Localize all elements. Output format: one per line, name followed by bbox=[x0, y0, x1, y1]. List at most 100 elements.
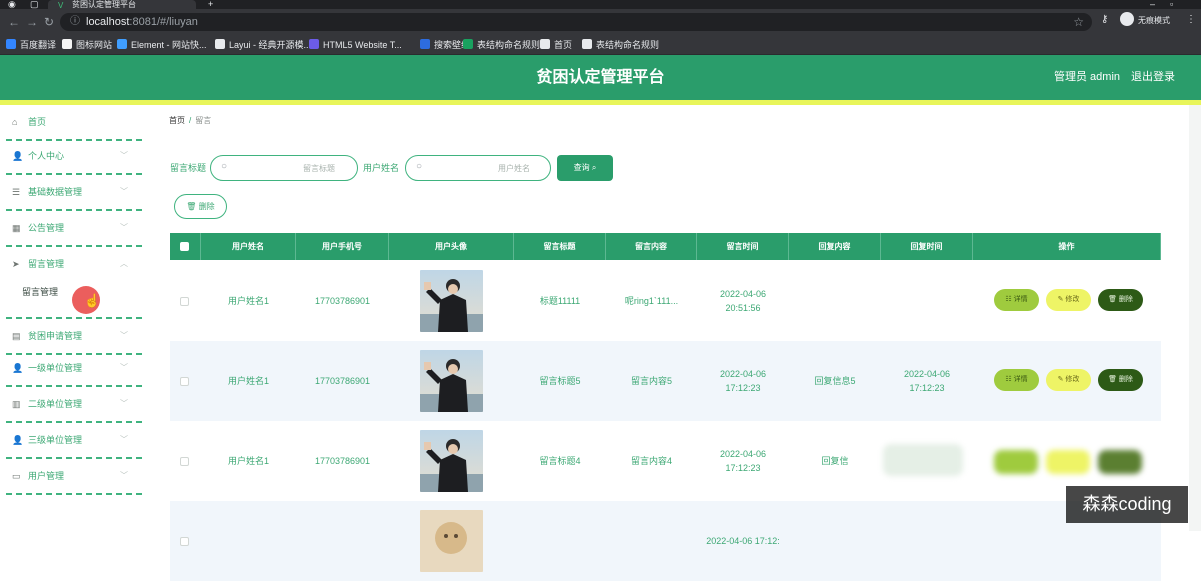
sidebar-item[interactable]: ▤ 贫困申请管理 ﹀ bbox=[6, 319, 142, 355]
column-header: 用户手机号 bbox=[296, 233, 389, 260]
breadcrumb-home[interactable]: 首页 bbox=[169, 116, 185, 125]
row-checkbox[interactable] bbox=[180, 297, 189, 306]
tab-search-icon[interactable]: ▢ bbox=[30, 0, 39, 9]
action-label: 详情 bbox=[1013, 296, 1028, 303]
column-header: 用户头像 bbox=[389, 233, 514, 260]
browser-tabstrip: ◉ ▢ V 贫困认定管理平台 + – ▫ bbox=[0, 0, 1201, 9]
cell-phone: 17703786901 bbox=[296, 261, 389, 341]
detail-button[interactable]: ☷ 详情 bbox=[994, 289, 1039, 311]
batch-delete-button[interactable]: 🗑 删除 bbox=[174, 194, 227, 219]
avatar bbox=[420, 350, 483, 412]
name-search-placeholder: 用户姓名 bbox=[498, 164, 530, 173]
sidebar-item[interactable]: 👤 个人中心 ﹀ bbox=[6, 139, 142, 175]
back-icon[interactable]: ← bbox=[8, 14, 20, 30]
scrollbar[interactable] bbox=[1189, 105, 1201, 531]
site-info-icon[interactable]: ⓘ bbox=[70, 13, 80, 31]
bookmark-item[interactable]: 表结构命名规则 bbox=[463, 38, 540, 52]
chart-icon: ▥ bbox=[12, 399, 21, 409]
bookmark-item[interactable]: 百度翻译 bbox=[6, 38, 56, 52]
blurred-detail-button bbox=[994, 450, 1038, 474]
cell-reply-time: 2022-04-06 17:12:23 bbox=[881, 341, 973, 421]
browser-menu-icon[interactable]: ◉ bbox=[8, 0, 16, 9]
bookmark-star-icon[interactable]: ☆ bbox=[1073, 13, 1084, 31]
cell-title: 标题11111 bbox=[514, 261, 606, 341]
bookmark-item[interactable]: 表结构命名规则 bbox=[582, 38, 659, 52]
title-search-input[interactable]: ○ 留言标题 bbox=[210, 155, 358, 181]
sidebar-item[interactable]: ⌂ 首页 bbox=[6, 105, 142, 141]
bookmark-item[interactable]: 图标网站 bbox=[62, 38, 112, 52]
row-actions: ☷ 详情 ✎ 修改 🗑 删除 bbox=[994, 341, 1161, 421]
detail-button[interactable]: ☷ 详情 bbox=[994, 369, 1039, 391]
sidebar-item[interactable]: ☰ 基础数据管理 ﹀ bbox=[6, 175, 142, 211]
bookmark-icon bbox=[582, 39, 592, 49]
cell-reply: 回复信 bbox=[789, 421, 881, 501]
cell-time: 2022-04-06 17:12: bbox=[697, 501, 789, 581]
sidebar-item-label: 用户管理 bbox=[28, 471, 65, 481]
sidebar-item[interactable]: ▦ 公告管理 ﹀ bbox=[6, 211, 142, 247]
minimize-icon[interactable]: – bbox=[1150, 0, 1155, 9]
sidebar-item[interactable]: ▭ 用户管理 ﹀ bbox=[6, 459, 142, 495]
logout-link[interactable]: 退出登录 bbox=[1131, 70, 1175, 84]
search-icon: ○ bbox=[221, 161, 228, 172]
row-checkbox[interactable] bbox=[180, 457, 189, 466]
reload-icon[interactable]: ↻ bbox=[44, 14, 54, 30]
bookmark-item[interactable]: HTML5 Website T... bbox=[309, 38, 402, 52]
key-icon[interactable]: ⚷ bbox=[1101, 13, 1108, 27]
column-header: 用户姓名 bbox=[201, 233, 296, 260]
incognito-icon bbox=[1120, 12, 1134, 26]
cell-reply-time bbox=[881, 261, 973, 341]
row-actions: ☷ 详情 ✎ 修改 🗑 删除 bbox=[994, 261, 1161, 341]
sidebar-item[interactable]: 👤 一级单位管理 ﹀ bbox=[6, 351, 142, 387]
bookmark-item[interactable]: Layui - 经典开源模... bbox=[215, 38, 311, 52]
edit-button[interactable]: ✎ 修改 bbox=[1046, 289, 1091, 311]
cell-content: 留言内容4 bbox=[606, 421, 697, 501]
profile-label[interactable]: 无痕模式 bbox=[1138, 14, 1170, 28]
name-search-input[interactable]: ○ 用户姓名 bbox=[405, 155, 551, 181]
forward-icon[interactable]: → bbox=[26, 14, 38, 30]
sidebar-item[interactable]: ▥ 二级单位管理 ﹀ bbox=[6, 387, 142, 423]
cell-text: 17703786901 bbox=[314, 296, 371, 306]
row-checkbox[interactable] bbox=[180, 377, 189, 386]
cell-name: 用户姓名1 bbox=[201, 341, 296, 421]
column-header: 回复时间 bbox=[881, 233, 973, 260]
cell-text: 17703786901 bbox=[314, 456, 371, 466]
sidebar-item[interactable]: ➤ 留言管理 ︿ bbox=[6, 247, 142, 283]
edit-button[interactable]: ✎ 修改 bbox=[1046, 369, 1091, 391]
cell-text: 留言标题5 bbox=[539, 376, 581, 386]
avatar-cell bbox=[389, 501, 514, 581]
avatar-cell bbox=[389, 421, 514, 501]
cell-name bbox=[201, 501, 296, 581]
action-label: 删除 bbox=[1118, 296, 1133, 303]
search-icon: ○ bbox=[416, 161, 423, 172]
action-label: 详情 bbox=[1013, 376, 1028, 383]
row-checkbox[interactable] bbox=[180, 537, 189, 546]
cell-reply bbox=[789, 501, 881, 581]
blurred-region bbox=[883, 444, 963, 476]
main-content: 首页 / 留言 留言标题 ○ 留言标题 用户姓名 ○ 用户姓名 查询 ⌕ 🗑 删除 … bbox=[148, 105, 1201, 581]
query-button[interactable]: 查询 ⌕ bbox=[557, 155, 613, 181]
delete-button[interactable]: 🗑 删除 bbox=[1098, 289, 1143, 311]
bookmark-label: 表结构命名规则 bbox=[477, 40, 541, 50]
browser-more-icon[interactable]: ⋮ bbox=[1186, 13, 1196, 27]
delete-button[interactable]: 🗑 删除 bbox=[1098, 369, 1143, 391]
address-bar[interactable]: ⓘ localhost:8081/#/liuyan ☆ bbox=[60, 13, 1092, 31]
trash-icon: 🗑 bbox=[186, 202, 197, 211]
chevron-down-icon: ﹀ bbox=[120, 223, 128, 232]
maximize-icon[interactable]: ▫ bbox=[1170, 0, 1173, 9]
chevron-down-icon: ﹀ bbox=[120, 399, 128, 408]
sidebar-item[interactable]: 👤 三级单位管理 ﹀ bbox=[6, 423, 142, 459]
sidebar-subitem-liuyan[interactable]: 留言管理 bbox=[22, 285, 58, 299]
breadcrumb-current: 留言 bbox=[195, 116, 212, 125]
bookmark-item[interactable]: Element - 网站快... bbox=[117, 38, 207, 52]
cell-reply: 回复信息5 bbox=[789, 341, 881, 421]
cell-content: 留言内容5 bbox=[606, 341, 697, 421]
new-tab-icon[interactable]: + bbox=[208, 0, 213, 9]
browser-tab[interactable]: V 贫困认定管理平台 bbox=[48, 0, 196, 9]
title-search-placeholder: 留言标题 bbox=[303, 164, 335, 173]
select-all-checkbox[interactable] bbox=[180, 242, 189, 251]
bookmark-item[interactable]: 首页 bbox=[540, 38, 572, 52]
bookmark-icon bbox=[6, 39, 16, 49]
chevron-down-icon: ﹀ bbox=[120, 187, 128, 196]
search-icon: ⌕ bbox=[591, 163, 597, 172]
app-title: 贫困认定管理平台 bbox=[536, 69, 665, 86]
